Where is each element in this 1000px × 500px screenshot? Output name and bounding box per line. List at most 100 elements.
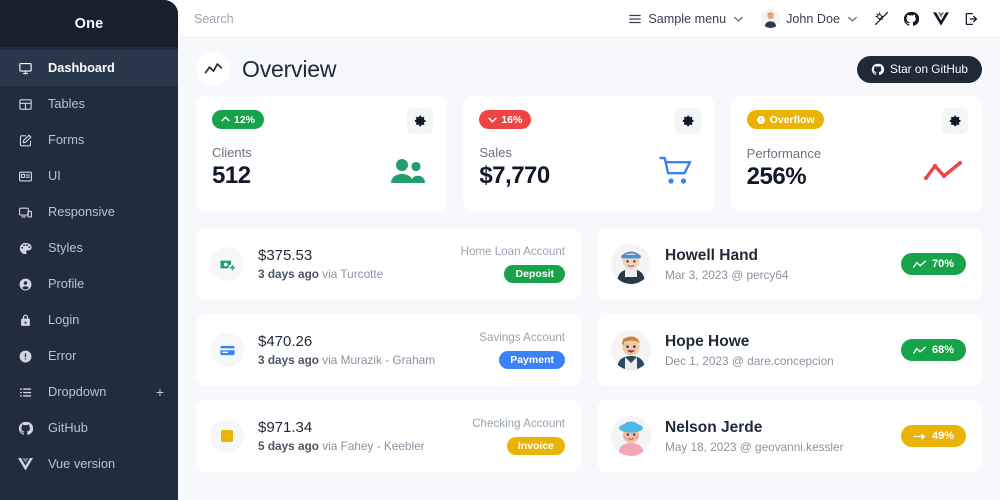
transaction-amount: $971.34 [258, 419, 313, 436]
sidebar-item-label: Forms [48, 131, 85, 147]
sidebar-item-responsive[interactable]: Responsive [0, 194, 178, 230]
stat-card-texts: Clients 512 [212, 145, 385, 190]
logout-icon[interactable] [956, 0, 986, 38]
transaction-right: Checking Account Invoice [472, 417, 565, 455]
trend-line-icon [920, 153, 966, 191]
palette-icon [18, 241, 40, 256]
sidebar-item-label: Profile [48, 275, 85, 291]
transaction-time: 5 days ago [258, 439, 319, 453]
gear-icon[interactable] [674, 108, 701, 134]
avatar [761, 9, 781, 28]
avatar [611, 244, 651, 284]
search-input[interactable] [194, 11, 414, 26]
client-name: Hope Howe [665, 332, 750, 350]
arrow-down-icon [488, 115, 497, 124]
avatar [611, 416, 651, 456]
stat-card-value: 256% [746, 162, 807, 190]
sidebar: One Dashboard Tables Forms UI Responsive Styl… [0, 0, 178, 500]
sidebar-item-label: Vue version [48, 455, 116, 471]
cart-icon [653, 152, 699, 190]
sidebar-item-dropdown[interactable]: Dropdown + [0, 374, 178, 410]
stat-cards-row: 12% Clients 512 16% Sales $7,770 Overflow Perfo… [178, 96, 1000, 212]
star-button-label: Star on GitHub [889, 62, 968, 76]
sidebar-item-label: GitHub [48, 419, 88, 435]
transaction-meta: 5 days ago via Fahey - Keebler [258, 439, 472, 453]
sidebar-item-styles[interactable]: Styles [0, 230, 178, 266]
client-name: Howell Hand [665, 246, 759, 264]
transaction-row[interactable]: $470.26 3 days ago via Murazik - Graham Sa… [196, 314, 581, 386]
sidebar-brand[interactable]: One [0, 0, 178, 47]
theme-toggle-icon[interactable] [866, 0, 896, 38]
client-row[interactable]: Hope Howe Dec 1, 2023 @ dare.concepcion 68… [597, 314, 982, 386]
stat-card-value: 512 [212, 162, 251, 189]
cash-plus-icon [210, 247, 244, 281]
transaction-via: via Murazik - Graham [322, 353, 436, 367]
transaction-row[interactable]: $375.53 3 days ago via Turcotte Home Loan … [196, 228, 581, 300]
transaction-details: $971.34 5 days ago via Fahey - Keebler [244, 419, 472, 453]
stat-card-texts: Sales $7,770 [479, 145, 652, 190]
star-on-github-button[interactable]: Star on GitHub [856, 55, 982, 83]
client-meta: Mar 3, 2023 @ percy64 [665, 267, 789, 282]
github-icon [871, 63, 884, 76]
sidebar-item-error[interactable]: Error [0, 338, 178, 374]
alert-circle-icon [18, 349, 40, 364]
avatar [611, 330, 651, 370]
sidebar-item-profile[interactable]: Profile [0, 266, 178, 302]
sidebar-item-login[interactable]: Login [0, 302, 178, 338]
client-row[interactable]: Nelson Jerde May 18, 2023 @ geovanni.kess… [597, 400, 982, 472]
client-trend-label: 70% [931, 258, 954, 270]
transaction-account: Home Loan Account [460, 245, 565, 258]
sidebar-item-ui[interactable]: UI [0, 158, 178, 194]
client-trend-badge: 49% [900, 425, 966, 447]
arrow-up-icon [221, 115, 230, 124]
sidebar-item-forms[interactable]: Forms [0, 122, 178, 158]
transaction-type-pill: Invoice [506, 437, 565, 455]
list-icon [18, 385, 40, 400]
sample-menu-dropdown[interactable]: Sample menu [619, 0, 752, 38]
client-row[interactable]: Howell Hand Mar 3, 2023 @ percy64 70% [597, 228, 982, 300]
trend-flat-icon [913, 431, 926, 442]
gear-icon[interactable] [407, 108, 434, 134]
sidebar-expander-icon[interactable]: + [156, 385, 164, 399]
status-badge-label: 12% [234, 113, 256, 126]
client-trend-label: 49% [931, 430, 954, 442]
section-header: Overview Star on GitHub [178, 38, 1000, 96]
transaction-amount: $375.53 [258, 247, 313, 264]
sidebar-item-github[interactable]: GitHub [0, 410, 178, 446]
transaction-type-pill: Deposit [504, 265, 565, 283]
transaction-time: 3 days ago [258, 353, 319, 367]
client-meta: May 18, 2023 @ geovanni.kessler [665, 439, 844, 454]
sidebar-item-vue-version[interactable]: Vue version [0, 446, 178, 482]
stat-card-label: Sales [479, 145, 512, 160]
stat-card-body: Clients 512 [212, 145, 431, 190]
status-badge-label: 16% [501, 113, 523, 126]
status-badge: Overflow [746, 110, 824, 129]
trend-up-icon [912, 259, 926, 270]
account-icon [18, 277, 40, 292]
stat-card-texts: Performance 256% [747, 146, 920, 191]
vue-icon[interactable] [926, 0, 956, 38]
credit-card-icon [210, 333, 244, 367]
github-icon [18, 421, 40, 436]
github-icon[interactable] [896, 0, 926, 38]
chevron-down-icon [848, 16, 857, 22]
transaction-via: via Fahey - Keebler [322, 439, 425, 453]
user-name-label: John Doe [786, 11, 840, 26]
sidebar-item-tables[interactable]: Tables [0, 86, 178, 122]
transaction-meta: 3 days ago via Murazik - Graham [258, 353, 479, 367]
stat-card-performance: Overflow Performance 256% [730, 96, 982, 212]
table-icon [18, 97, 40, 112]
gear-icon[interactable] [941, 108, 968, 134]
client-trend-label: 68% [931, 344, 954, 356]
trend-up-icon [912, 345, 926, 356]
brand-label: One [74, 15, 104, 32]
clients-list: Howell Hand Mar 3, 2023 @ percy64 70% Hope … [597, 228, 982, 472]
sidebar-item-dashboard[interactable]: Dashboard [0, 50, 178, 86]
chart-timeline-icon [196, 52, 230, 86]
client-details: Howell Hand Mar 3, 2023 @ percy64 [651, 247, 901, 282]
sidebar-menu: Dashboard Tables Forms UI Responsive Styles Pr… [0, 47, 178, 482]
user-menu-dropdown[interactable]: John Doe [752, 0, 866, 38]
transaction-via: via Turcotte [322, 267, 384, 281]
people-icon [385, 152, 431, 190]
transaction-row[interactable]: $971.34 5 days ago via Fahey - Keebler Che… [196, 400, 581, 472]
